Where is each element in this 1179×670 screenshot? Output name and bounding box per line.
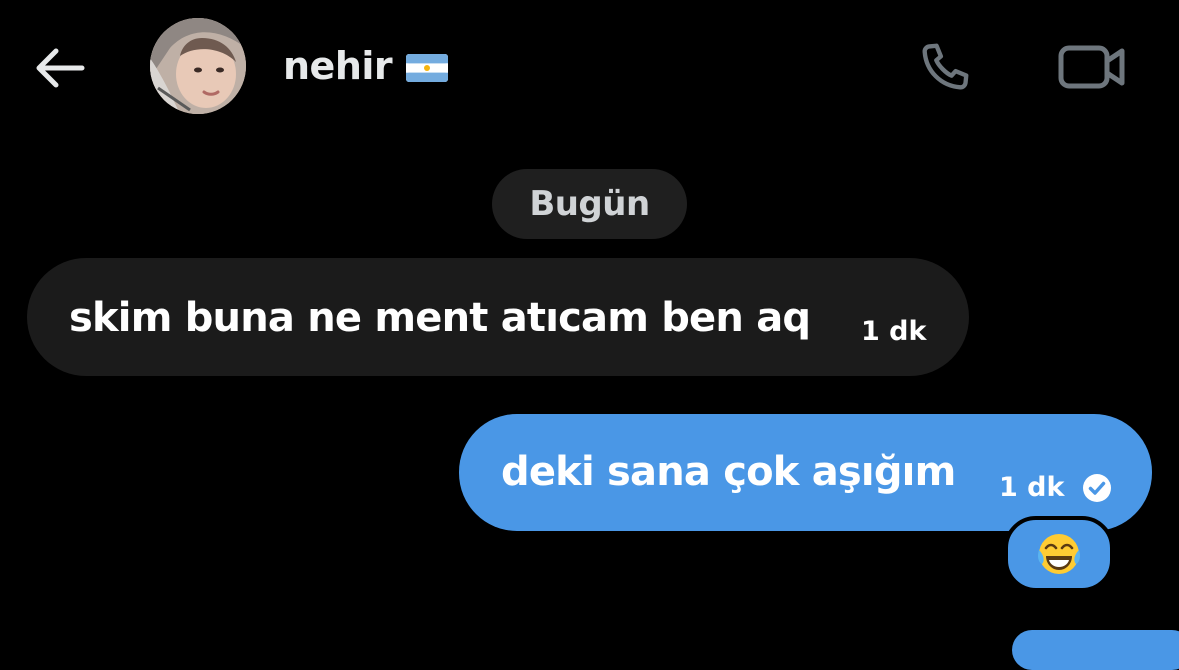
next-message-bubble-partial[interactable] [1012, 630, 1179, 670]
argentina-flag-icon [406, 54, 449, 82]
message-text: skim buna ne ment atıcam ben aq [69, 295, 811, 341]
incoming-message-bubble[interactable]: skim buna ne ment atıcam ben aq 1 dk [27, 258, 969, 376]
video-call-button[interactable] [1054, 36, 1130, 98]
read-check-icon [1083, 474, 1111, 502]
video-camera-icon [1058, 45, 1125, 89]
message-timestamp: 1 dk [861, 316, 927, 347]
date-divider: Bugün [492, 169, 687, 239]
phone-icon [922, 43, 969, 90]
contact-name-label: nehir [283, 44, 393, 88]
voice-call-button[interactable] [912, 36, 978, 98]
message-reaction[interactable] [1004, 516, 1114, 592]
face-with-tears-of-joy-icon [1038, 534, 1080, 574]
message-text: deki sana çok aşığım [501, 449, 956, 495]
date-divider-label: Bugün [529, 184, 650, 224]
avatar-photo [150, 18, 246, 114]
contact-avatar[interactable] [150, 18, 246, 114]
arrow-left-icon [36, 48, 85, 88]
outgoing-message-bubble[interactable]: deki sana çok aşığım 1 dk [459, 414, 1152, 531]
contact-name[interactable]: nehir [283, 44, 449, 88]
chat-header: nehir [0, 0, 1179, 140]
message-timestamp: 1 dk [999, 472, 1065, 503]
back-button[interactable] [28, 38, 92, 98]
